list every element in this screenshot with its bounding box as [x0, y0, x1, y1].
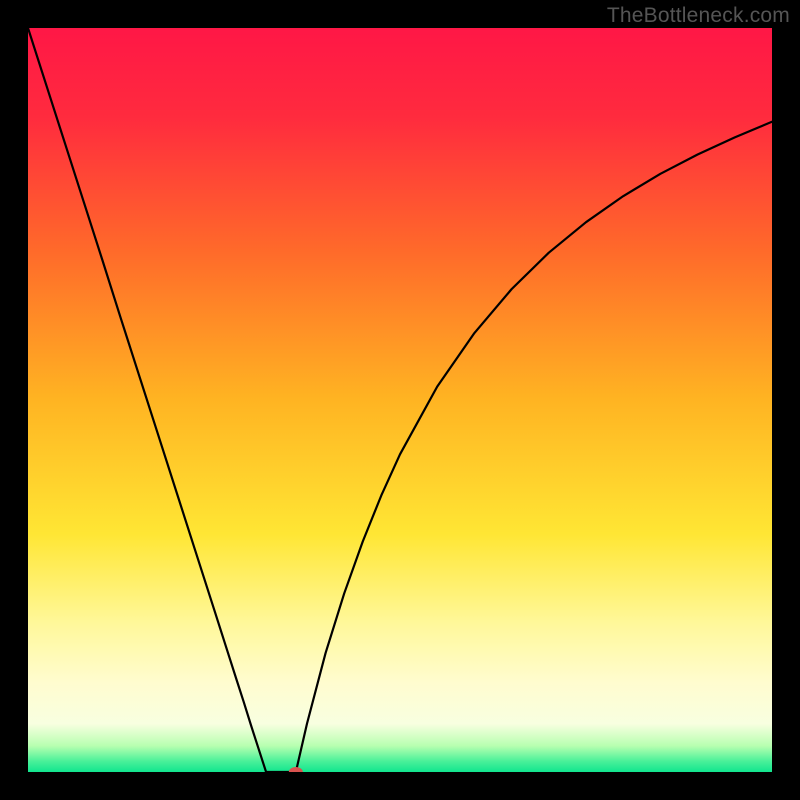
chart-svg	[28, 28, 772, 772]
plot-area	[28, 28, 772, 772]
chart-frame: TheBottleneck.com	[0, 0, 800, 800]
watermark-text: TheBottleneck.com	[607, 4, 790, 28]
gradient-background	[28, 28, 772, 772]
